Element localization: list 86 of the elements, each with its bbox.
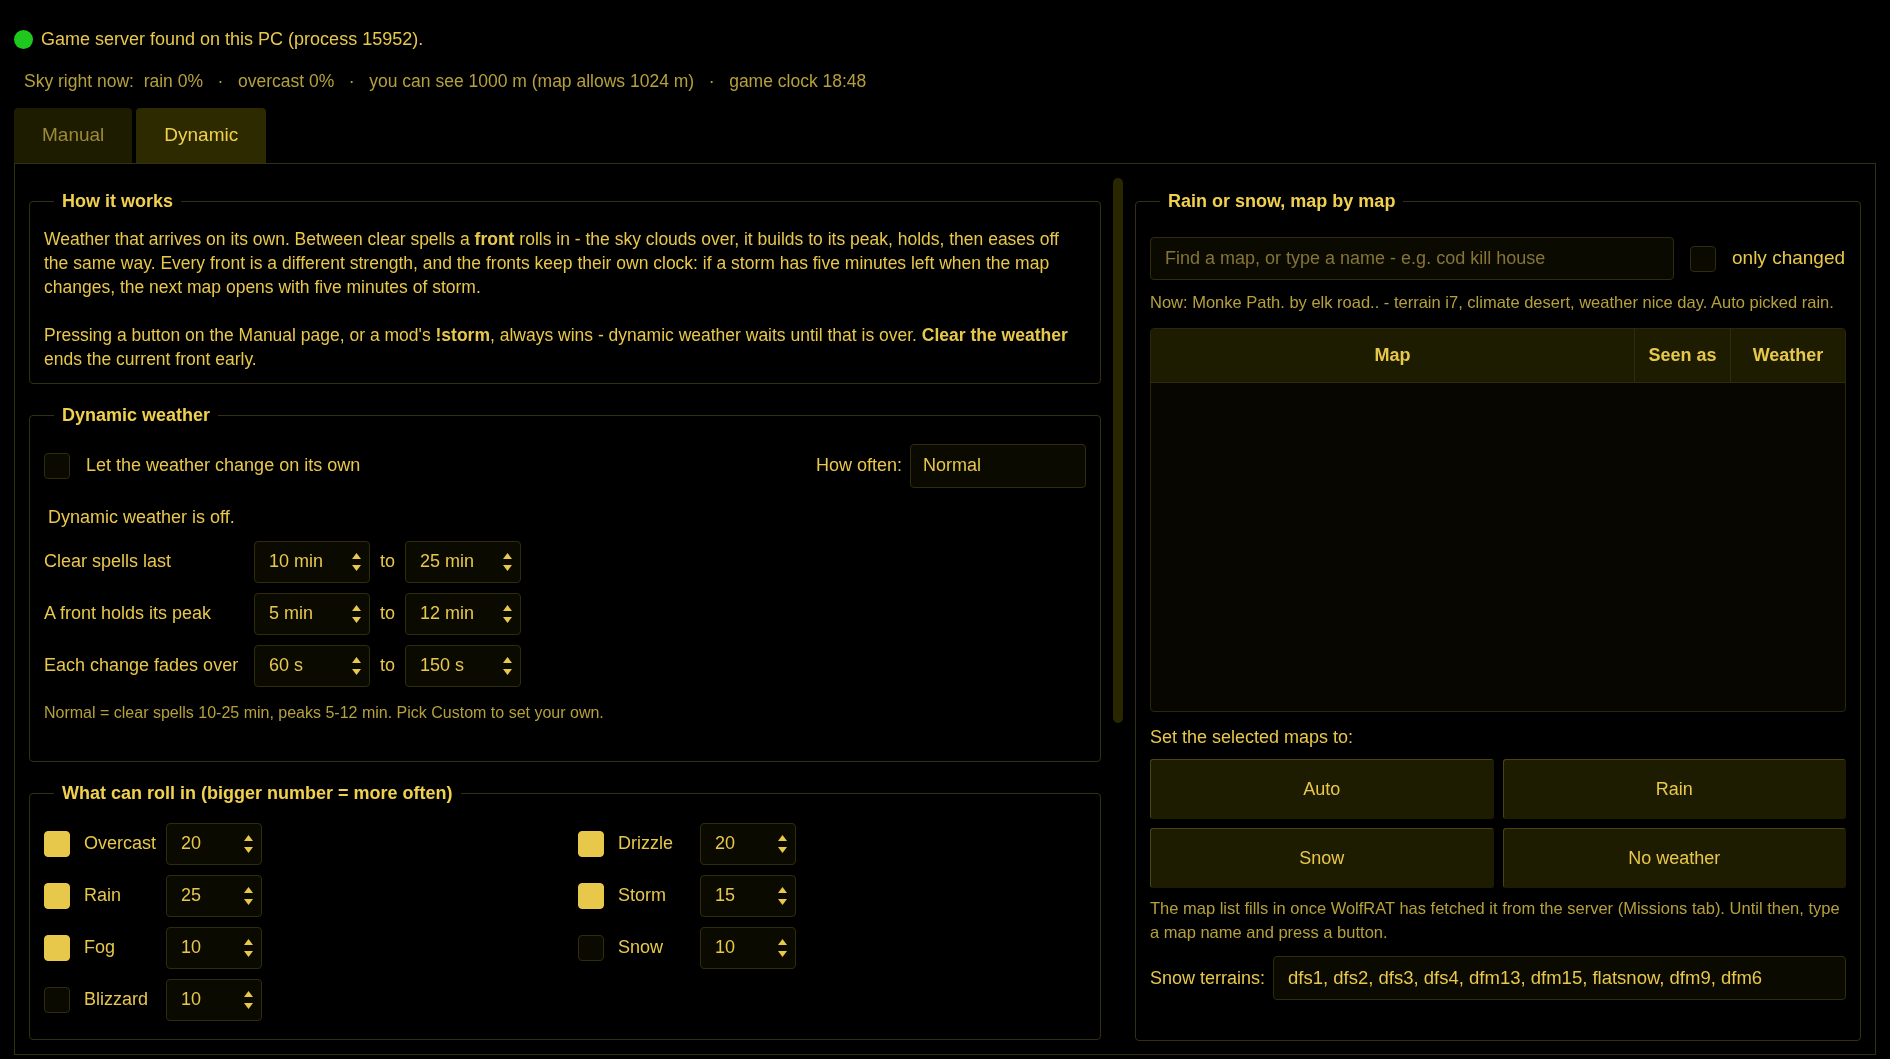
down-arrow-icon[interactable] [244,898,253,905]
up-arrow-icon[interactable] [352,552,361,559]
field-label: Snow terrains: [1150,966,1266,990]
up-arrow-icon[interactable] [503,552,512,559]
number-field[interactable]: 60 s [254,644,370,687]
range-label: Each change fades over [44,654,240,678]
up-arrow-icon[interactable] [778,886,787,893]
down-arrow-icon[interactable] [352,668,361,675]
number-field[interactable]: 10 [166,978,262,1021]
section-title: How it works [61,189,174,213]
down-arrow-icon[interactable] [778,950,787,957]
number-field[interactable]: 12 min [405,592,521,635]
current-map-text: Now: Monke Path. by elk road.. - terrain i7, climate desert, weather nice day. Auto picked rain. [1150,292,1835,314]
text-field[interactable]: dfs1, dfs2, dfs3, dfs4, dfm13, dfm15, flatsnow, dfm9, dfm6 [1273,956,1846,1001]
checkbox[interactable] [44,452,70,479]
number-field[interactable]: 10 [700,926,796,969]
up-arrow-icon[interactable] [244,886,253,893]
number-field[interactable]: 10 [166,926,262,969]
number-field[interactable]: 25 min [405,540,521,583]
range-joiner: to [380,602,395,626]
checkbox-label: Let the weather change on its own [86,454,361,478]
section-title: Dynamic weather [61,404,212,428]
up-arrow-icon[interactable] [503,604,512,611]
down-arrow-icon[interactable] [778,898,787,905]
column-header[interactable]: Seen as [1635,329,1731,383]
down-arrow-icon[interactable] [778,846,787,853]
dropdown-field[interactable]: Normal [910,443,1086,488]
up-arrow-icon[interactable] [352,604,361,611]
hint-text: The map list fills in once WolfRAT has fetched it from the server (Missions tab). Until then, type a map name and press a button. [1150,898,1841,944]
number-field[interactable]: 25 [166,874,262,917]
state-text: Dynamic weather is off. [48,505,236,529]
number-field[interactable]: 150 s [405,644,521,687]
down-arrow-icon[interactable] [503,668,512,675]
range-label: A front holds its peak [44,602,213,626]
down-arrow-icon[interactable] [503,616,512,623]
number-field[interactable]: 20 [166,822,262,865]
up-arrow-icon[interactable] [503,656,512,663]
number-field[interactable]: 5 min [254,592,370,635]
option-label: Storm [618,884,667,908]
down-arrow-icon[interactable] [352,616,361,623]
option-label: Snow [618,936,665,960]
section-title: What can roll in (bigger number = more often) [61,781,454,805]
down-arrow-icon[interactable] [352,564,361,571]
up-arrow-icon[interactable] [244,834,253,841]
option-label: Blizzard [84,988,150,1012]
tab[interactable]: Manual [14,108,133,163]
up-arrow-icon[interactable] [778,834,787,841]
column-header[interactable]: Map [1151,329,1635,383]
checkbox-label: only changed [1732,246,1846,271]
up-arrow-icon[interactable] [244,990,253,997]
tab[interactable]: Dynamic [136,108,267,163]
search-field[interactable]: Find a map, or type a name - e.g. cod kill house [1150,237,1674,281]
hint-text: Normal = clear spells 10-25 min, peaks 5-12 min. Pick Custom to set your own. [44,702,605,723]
action-button[interactable]: No weather [1502,828,1846,889]
scrollbar-thumb[interactable] [1113,177,1123,723]
up-arrow-icon[interactable] [352,656,361,663]
up-arrow-icon[interactable] [778,938,787,945]
down-arrow-icon[interactable] [244,1002,253,1009]
section-label: Set the selected maps to: [1150,726,1355,750]
column-header[interactable]: Weather [1731,329,1845,383]
option-label: Rain [84,884,123,908]
down-arrow-icon[interactable] [244,950,253,957]
checkbox[interactable] [44,986,70,1013]
range-label: Clear spells last [44,550,173,574]
number-field[interactable]: 10 min [254,540,370,583]
range-joiner: to [380,550,395,574]
number-field[interactable]: 15 [700,874,796,917]
option-label: Drizzle [618,832,674,856]
option-label: Overcast [84,832,158,856]
action-button[interactable]: Snow [1150,828,1494,889]
status-text: Game server found on this PC (process 15952). [41,27,424,51]
range-joiner: to [380,654,395,678]
field-label: How often: [815,454,902,478]
action-button[interactable]: Auto [1150,759,1494,820]
down-arrow-icon[interactable] [244,846,253,853]
action-button[interactable]: Rain [1502,759,1846,820]
sky-status-text: Sky right now: rain 0% · overcast 0% · you can see 1000 m (map allows 1024 m) · game clock 18:48 [24,70,868,93]
description-text: Weather that arrives on its own. Between clear spells a front rolls in - the sky clouds over, it builds to its peak, holds, then eases off the same way. Every front is a different strength, and the fronts keep their own clock: if a storm has five minutes left when the map changes, the next map opens with five minutes of storm. [44,228,1060,300]
checkbox[interactable] [578,934,604,961]
section-title: Rain or snow, map by map [1167,189,1397,213]
number-field[interactable]: 20 [700,822,796,865]
up-arrow-icon[interactable] [244,938,253,945]
down-arrow-icon[interactable] [503,564,512,571]
description-text: Pressing a button on the Manual page, or a mod's !storm, always wins - dynamic weather waits until that is over. Clear the weather ends the current front early. [44,324,1069,372]
checkbox[interactable] [1690,245,1716,272]
option-label: Fog [84,936,117,960]
